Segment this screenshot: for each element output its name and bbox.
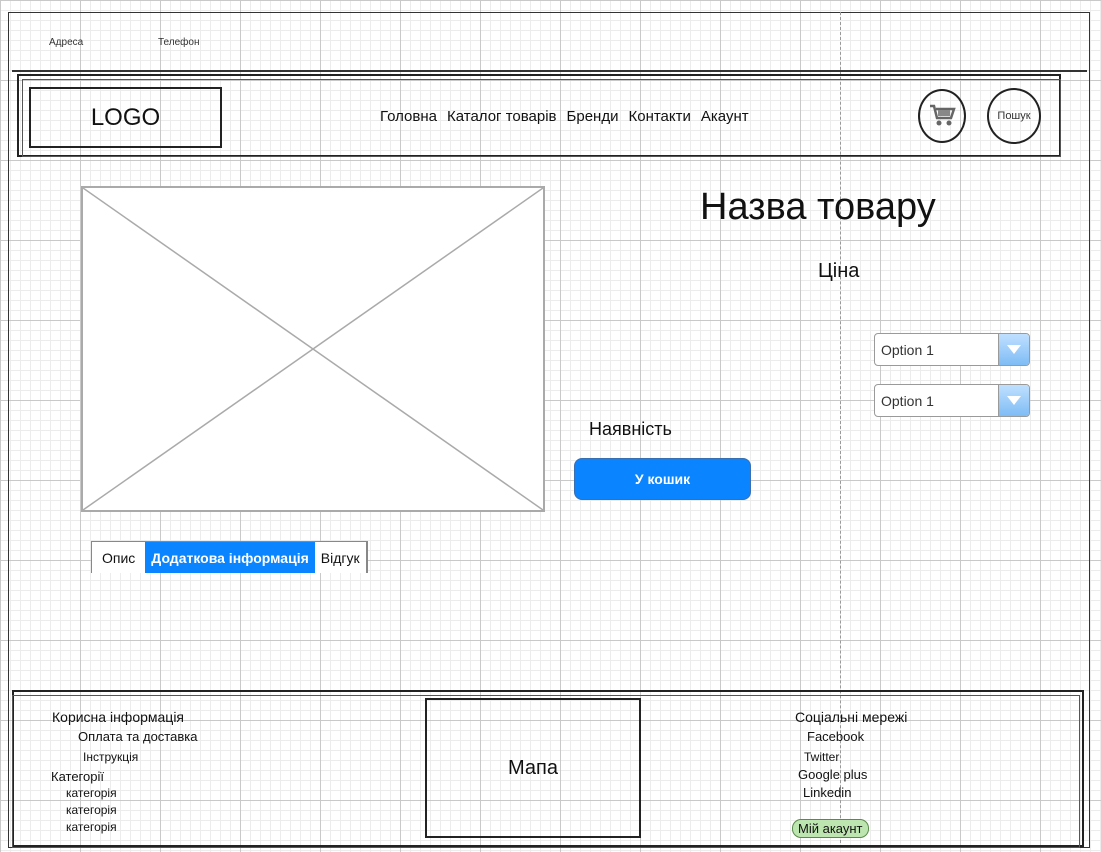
useful-info-heading: Корисна інформація — [52, 709, 185, 725]
option-select-1[interactable]: Option 1 — [874, 333, 1030, 366]
map-placeholder[interactable]: Мапа — [425, 698, 641, 838]
twitter-link[interactable]: Twitter — [804, 751, 839, 763]
product-image — [81, 186, 545, 512]
option-select-2[interactable]: Option 1 — [874, 384, 1030, 417]
tab-additional-info[interactable]: Додаткова інформація — [145, 542, 315, 573]
tab-description[interactable]: Опис — [92, 542, 145, 573]
nav-item-home[interactable]: Головна — [380, 108, 437, 125]
address-text: Адреса — [49, 37, 84, 48]
category-link[interactable]: категорія — [66, 804, 117, 816]
search-button[interactable]: Пошук — [987, 88, 1041, 144]
option-select-1-value: Option 1 — [881, 341, 934, 358]
dropdown-arrow-icon[interactable] — [998, 334, 1029, 365]
logo[interactable]: LOGO — [29, 87, 222, 148]
divider — [12, 70, 1087, 72]
instruction-link[interactable]: Інструкція — [83, 751, 138, 763]
product-title: Назва товару — [700, 186, 936, 228]
availability-label: Наявність — [589, 419, 672, 439]
nav-item-catalog[interactable]: Каталог товарів — [447, 108, 557, 125]
category-link[interactable]: категорія — [66, 821, 117, 833]
category-link[interactable]: категорія — [66, 787, 117, 799]
add-to-cart-button[interactable]: У кошик — [574, 458, 751, 500]
phone-text: Телефон — [158, 37, 200, 48]
image-placeholder-icon — [83, 188, 543, 510]
nav-item-brands[interactable]: Бренди — [567, 108, 619, 125]
dropdown-arrow-icon[interactable] — [998, 385, 1029, 416]
main-nav: Головна Каталог товарів Бренди Контакти … — [380, 108, 749, 125]
tab-reviews[interactable]: Відгук — [315, 542, 367, 573]
payment-delivery-link[interactable]: Оплата та доставка — [78, 730, 197, 743]
option-select-2-value: Option 1 — [881, 392, 934, 409]
nav-item-contacts[interactable]: Контакти — [628, 108, 690, 125]
product-tabs: Опис Додаткова інформація Відгук — [91, 541, 368, 573]
my-account-button[interactable]: Мій акаунт — [792, 819, 869, 838]
nav-item-account[interactable]: Акаунт — [701, 108, 749, 125]
product-price: Ціна — [818, 260, 860, 282]
cart-icon — [930, 104, 956, 126]
categories-heading: Категорії — [51, 769, 104, 784]
linkedin-link[interactable]: Linkedin — [803, 786, 851, 799]
google-plus-link[interactable]: Google plus — [798, 768, 867, 781]
facebook-link[interactable]: Facebook — [807, 730, 864, 743]
social-heading: Соціальні мережі — [795, 709, 908, 725]
cart-button-header[interactable] — [918, 89, 966, 143]
